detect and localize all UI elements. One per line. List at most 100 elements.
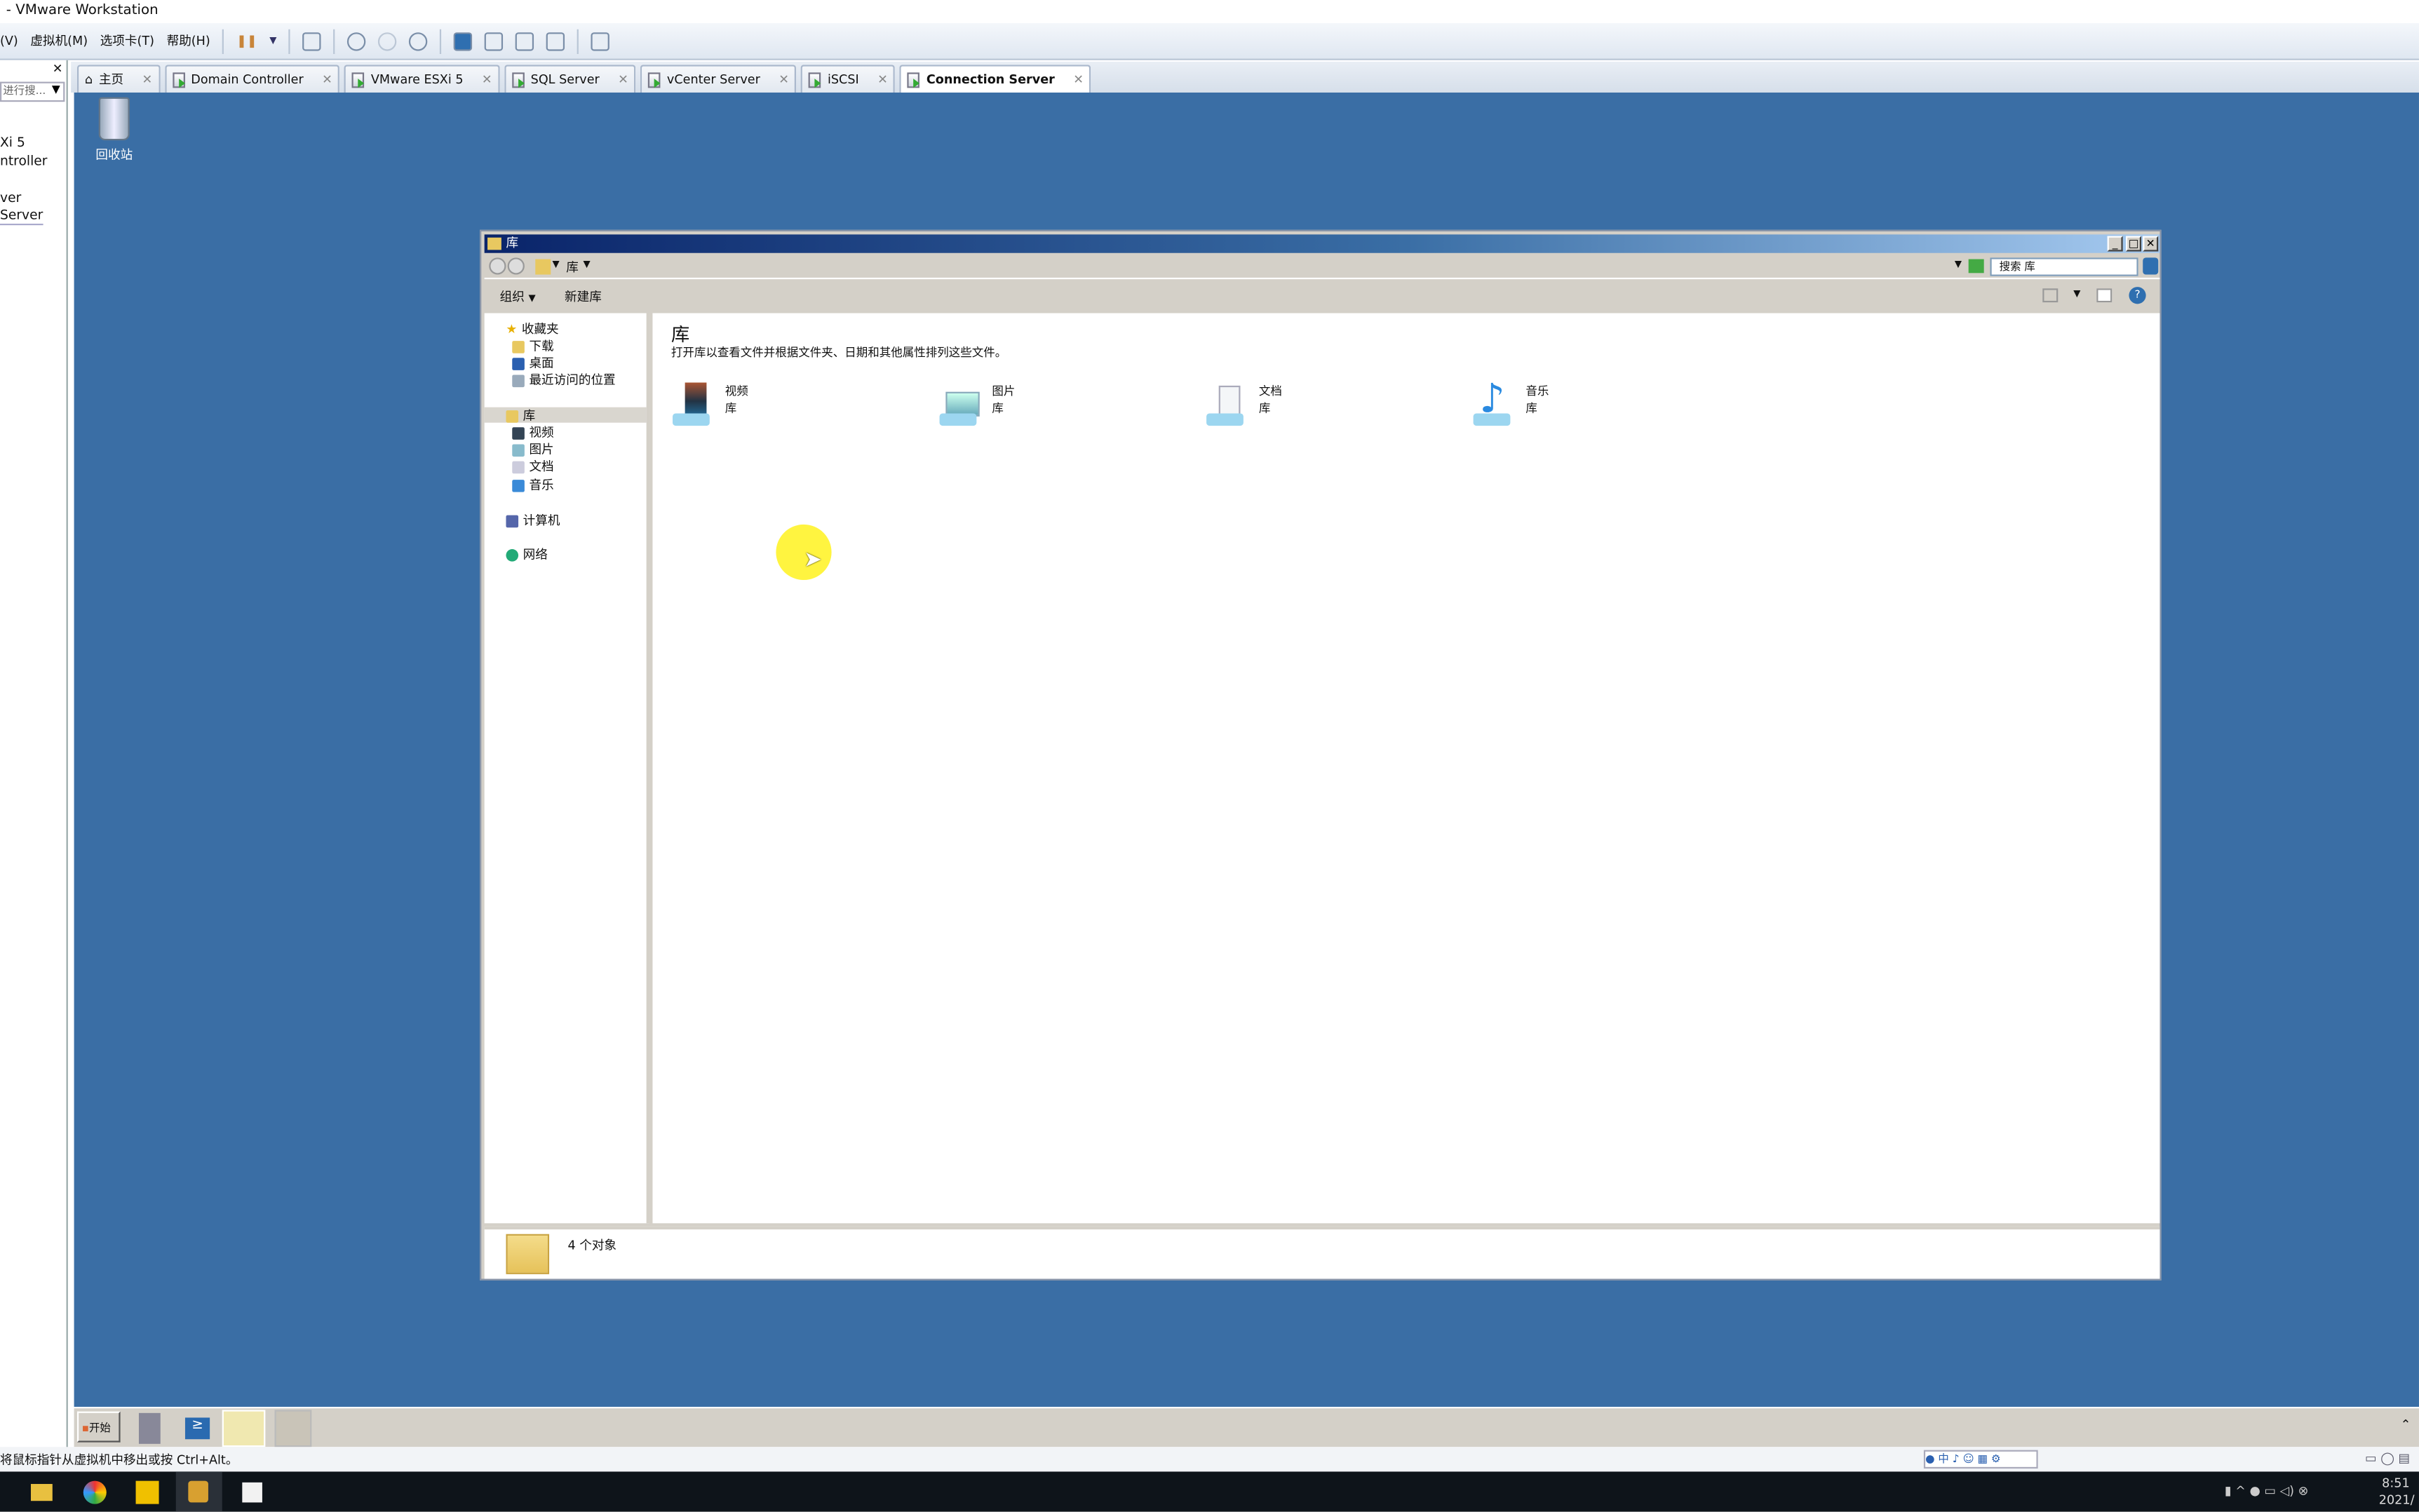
preview-pane-icon[interactable] [2096,288,2113,303]
thumbnail-icon[interactable] [485,32,504,50]
library-search-input[interactable]: 进行搜... ▼ [0,81,65,102]
unity-icon[interactable] [546,32,565,50]
vm-item[interactable]: ver [0,191,21,207]
library-music[interactable]: ♪ 音乐库 [1470,377,1549,429]
tab-domain-controller[interactable]: Domain Controller ✕ [164,65,340,93]
document-app-icon[interactable] [242,1482,262,1503]
menu-bar: (V) 虚拟机(M) 选项卡(T) 帮助(H) ❚❚ ▼ [0,22,2419,60]
nav-documents[interactable]: 文档 [512,458,554,475]
fullscreen-icon[interactable] [516,32,534,50]
close-icon[interactable]: ✕ [877,72,888,86]
close-icon[interactable]: ✕ [142,72,153,86]
library-documents[interactable]: 文档库 [1204,383,1282,429]
tab-esxi[interactable]: VMware ESXi 5 ✕ [344,65,500,93]
window-title-bar[interactable]: 库 _ □ ✕ [484,234,2160,253]
explorer-taskbar-button[interactable] [222,1410,266,1447]
library-view-icon[interactable] [454,32,473,50]
computer-icon [506,514,519,527]
vm-item-selected[interactable]: Server [0,208,43,226]
search-icon[interactable] [2143,257,2159,275]
tab-connection-server[interactable]: Connection Server ✕ [900,65,1091,93]
close-icon[interactable]: ✕ [779,72,789,86]
close-button[interactable]: ✕ [2143,236,2159,252]
pictures-icon [512,443,525,456]
tab-home[interactable]: ⌂ 主页 ✕ [76,65,161,93]
revert-snapshot-icon[interactable] [378,32,397,50]
explorer-window: 库 _ □ ✕ ▼ 库 ▼ ▼ 搜索 库 组织 ▼ 新建库 ▼ ? ★ 收藏夹 下… [480,229,2162,1281]
pause-icon[interactable]: ❚❚ [236,34,257,48]
vm-item[interactable]: ntroller [0,154,48,170]
nav-network[interactable]: 网络 [506,546,548,563]
nav-pictures[interactable]: 图片 [512,441,554,458]
device-status-icons[interactable]: ▭ ◯ ▤ [2365,1452,2410,1466]
tools-taskbar-button[interactable] [274,1410,312,1447]
help-icon[interactable]: ? [2129,287,2146,304]
menu-help[interactable]: 帮助(H) [167,32,210,49]
powershell-icon[interactable]: ≥ [184,1417,210,1440]
expand-icon[interactable]: ⌃ [2401,1417,2411,1431]
tab-sql-server[interactable]: SQL Server ✕ [504,65,636,93]
close-icon[interactable]: ✕ [1073,72,1084,86]
ime-toolbar[interactable]: ● 中 ♪ ☺ ▦ ⚙ [1923,1450,2038,1469]
close-icon[interactable]: ✕ [482,72,492,86]
menu-view[interactable]: (V) [0,34,18,48]
send-keys-icon[interactable] [302,32,322,50]
menu-vm[interactable]: 虚拟机(M) [30,32,88,49]
nav-videos[interactable]: 视频 [512,424,554,441]
start-button[interactable]: ▪开始 [76,1411,121,1443]
chrome-icon[interactable] [83,1480,107,1504]
library-video[interactable]: 视频库 [670,382,748,429]
content-pane: 库 打开库以查看文件并根据文件夹、日期和其他属性排列这些文件。 视频库 图片库 … [652,313,2160,1224]
vm-item[interactable]: Xi 5 [0,136,25,151]
search-input[interactable]: 搜索 库 [1990,257,2138,276]
new-library-button[interactable]: 新建库 [565,288,602,305]
close-icon[interactable]: ✕ [618,72,628,86]
content-description: 打开库以查看文件并根据文件夹、日期和其他属性排列这些文件。 [671,345,1007,360]
library-panel: ✕ 进行搜... ▼ Xi 5 ntroller ver Server [0,60,68,1450]
breadcrumb-arrow-icon[interactable]: ▼ [583,259,590,270]
nav-libraries[interactable]: 库 [506,407,535,424]
file-explorer-icon[interactable] [30,1484,53,1501]
app-icon[interactable] [135,1480,159,1504]
console-view-icon[interactable] [591,32,610,50]
nav-label: 视频 [529,426,554,440]
breadcrumb-item[interactable]: 库 [566,259,579,276]
clock-time[interactable]: 8:51 [2382,1476,2410,1490]
clock-date[interactable]: 2021/ [2379,1493,2415,1507]
forward-button[interactable] [507,257,525,275]
library-folder-icon [506,1234,550,1274]
minimize-button[interactable]: _ [2107,236,2123,252]
dropdown-arrow-icon[interactable]: ▼ [269,36,276,46]
close-icon[interactable]: ✕ [322,72,332,86]
view-dropdown-icon[interactable]: ▼ [2073,288,2080,299]
snapshot-manager-icon[interactable] [409,32,428,50]
menu-tabs[interactable]: 选项卡(T) [100,32,154,49]
recycle-bin[interactable]: 回收站 [93,97,136,164]
nav-recent-places[interactable]: 最近访问的位置 [512,372,616,389]
recycle-bin-label: 回收站 [95,148,133,162]
tab-iscsi[interactable]: iSCSI ✕ [801,65,896,93]
organize-button[interactable]: 组织 ▼ [500,288,536,305]
snapshot-icon[interactable] [347,32,366,50]
refresh-icon[interactable] [1968,259,1984,274]
nav-label: 库 [523,408,536,423]
tab-vcenter-server[interactable]: vCenter Server ✕ [640,65,797,93]
server-manager-icon[interactable] [138,1412,161,1444]
system-tray-icons[interactable]: ▮ ^ ● ▭ ◁) ⊗ [2225,1484,2309,1498]
breadcrumb-arrow-icon[interactable]: ▼ [552,259,559,270]
close-icon[interactable]: ✕ [53,62,63,76]
nav-desktop[interactable]: 桌面 [512,355,554,372]
maximize-button[interactable]: □ [2126,236,2142,252]
nav-downloads[interactable]: 下载 [512,338,554,355]
nav-music[interactable]: 音乐 [512,477,554,494]
nav-computer[interactable]: 计算机 [506,512,560,529]
address-dropdown-icon[interactable]: ▼ [1955,259,1962,270]
vmware-taskbar-button[interactable] [175,1471,222,1512]
library-folder-icon [506,409,519,422]
back-button[interactable] [489,257,506,275]
nav-favorites[interactable]: ★ 收藏夹 [506,321,558,338]
tab-label: SQL Server [530,72,600,87]
vm-icon [512,72,525,88]
library-pictures[interactable]: 图片库 [936,383,1015,429]
view-options-icon[interactable] [2042,288,2058,303]
